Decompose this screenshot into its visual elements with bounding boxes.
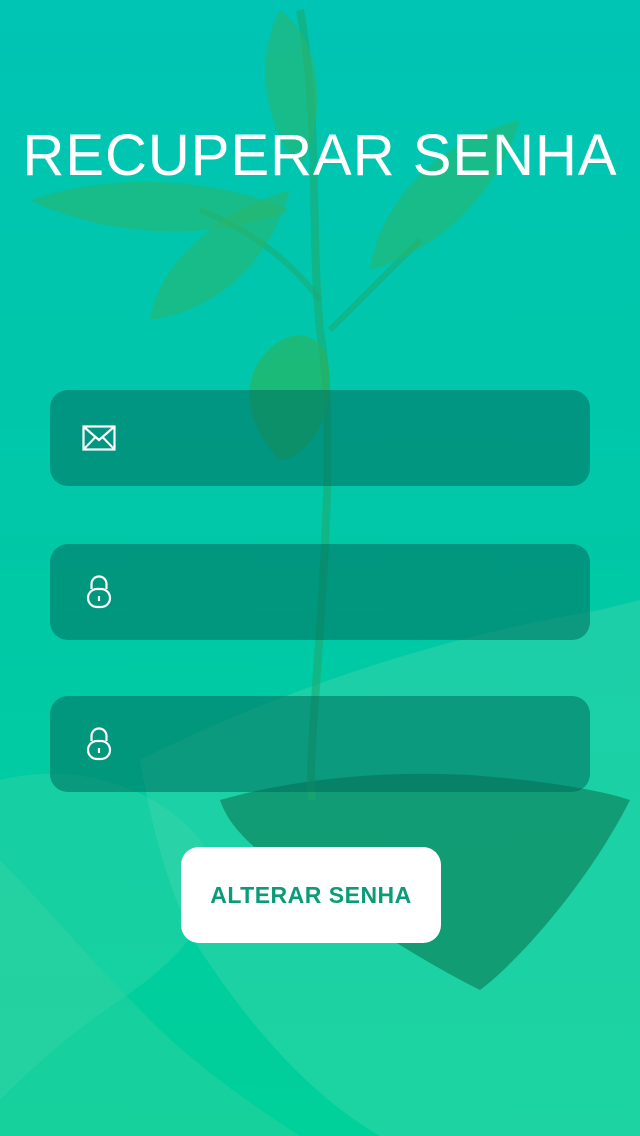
page-title: RECUPERAR SENHA — [22, 123, 618, 188]
confirm-password-input[interactable] — [140, 696, 566, 792]
confirm-password-field[interactable] — [50, 696, 590, 792]
email-input[interactable] — [140, 390, 566, 486]
email-field[interactable] — [50, 390, 590, 486]
lock-icon — [82, 727, 112, 761]
password-field[interactable] — [50, 544, 590, 640]
change-password-button[interactable]: ALTERAR SENHA — [181, 847, 441, 943]
password-input[interactable] — [140, 544, 566, 640]
lock-icon — [82, 575, 112, 609]
envelope-icon — [82, 425, 116, 451]
